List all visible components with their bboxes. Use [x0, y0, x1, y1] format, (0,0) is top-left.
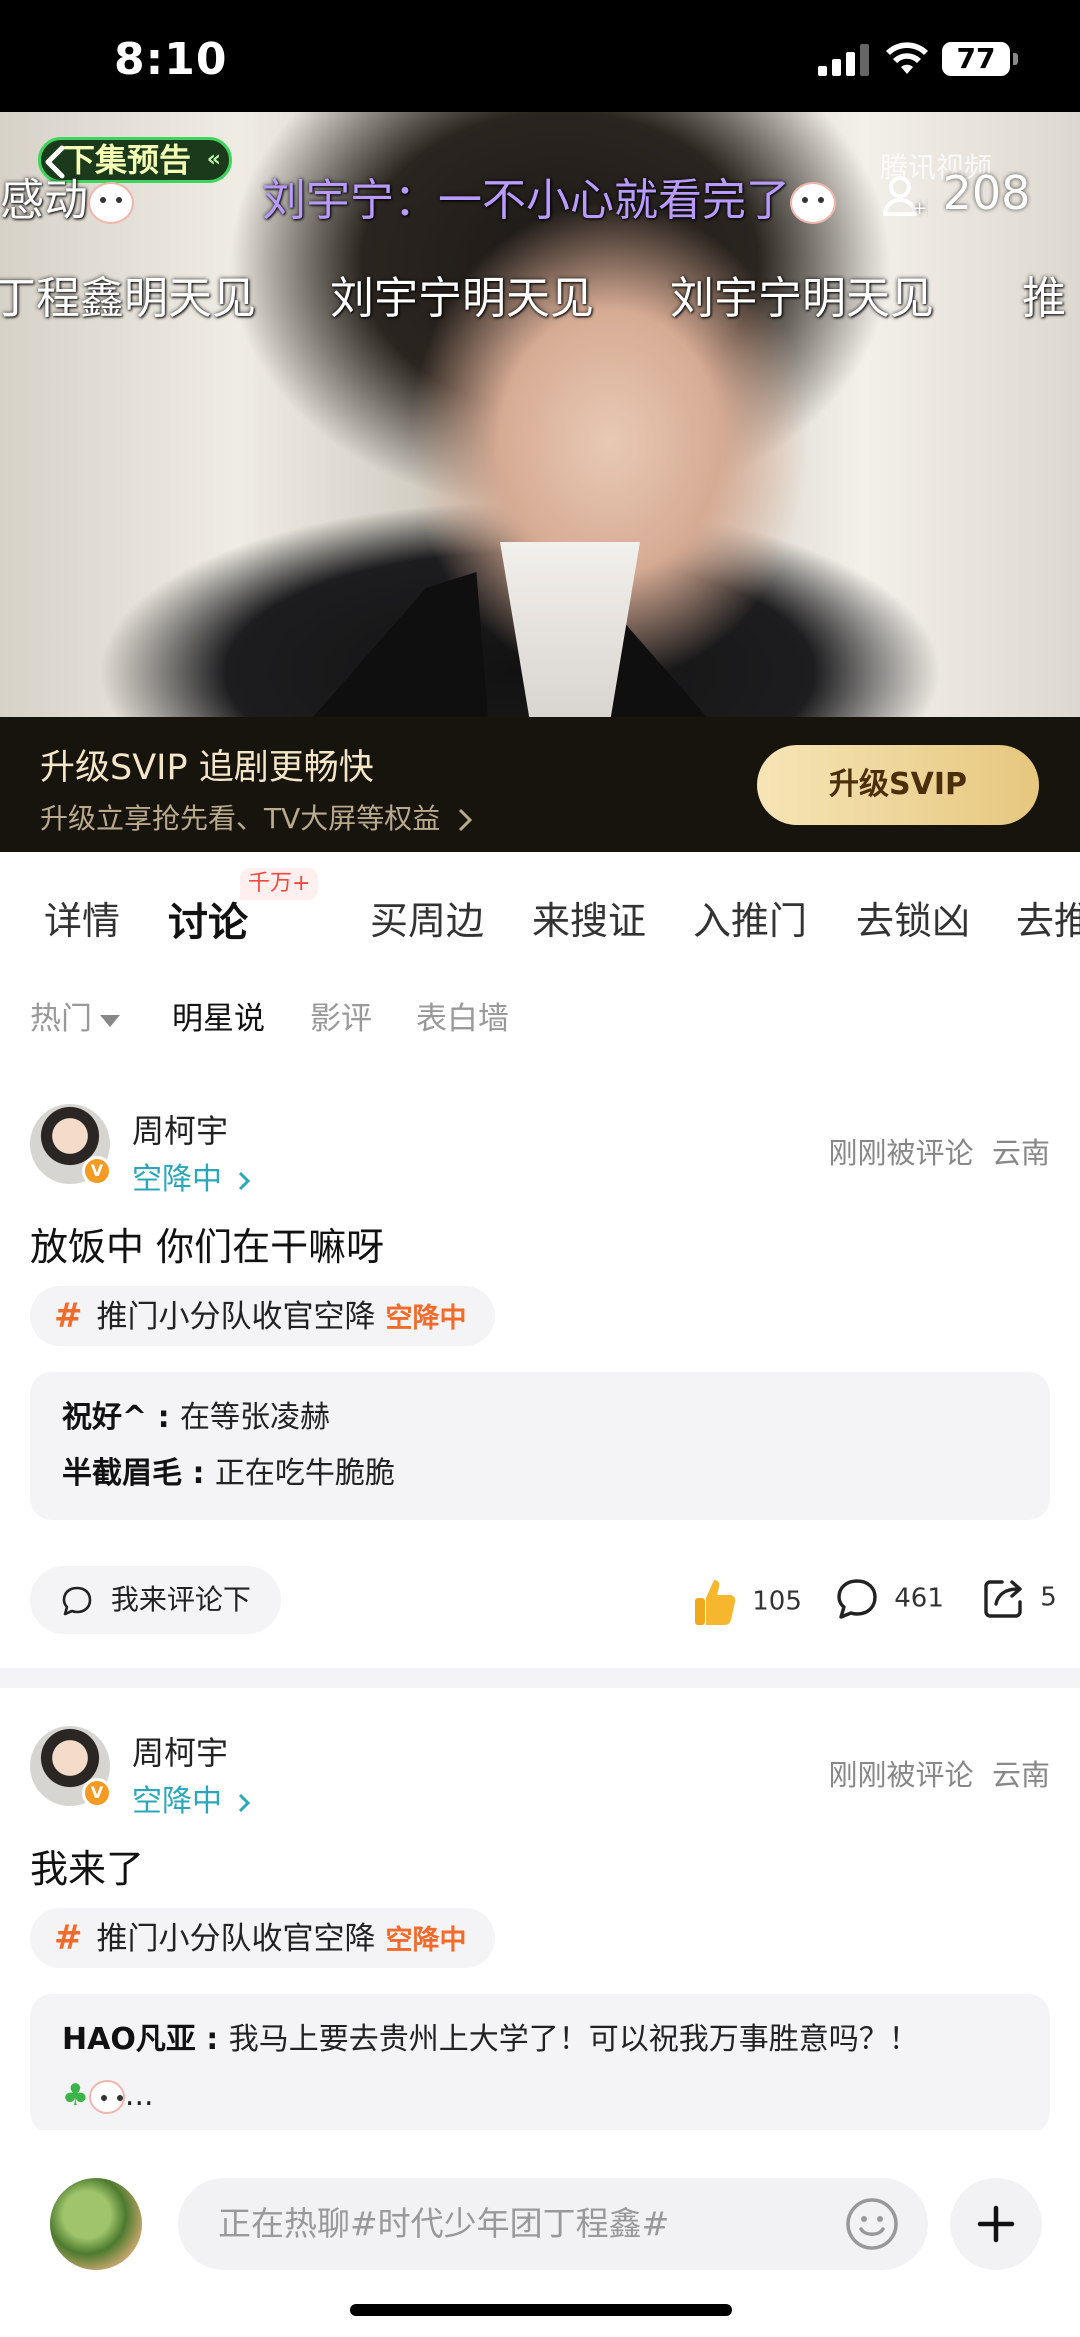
comment-bubble-icon: [837, 1579, 877, 1619]
subtab-confession-wall[interactable]: 表白墙: [416, 993, 509, 1038]
post-content: 我来了: [30, 1847, 145, 1891]
share-icon: [984, 1580, 1022, 1618]
subtab-hot[interactable]: 热门: [30, 993, 120, 1038]
chevron-right-icon: [459, 808, 473, 832]
video-player[interactable]: 下集预告 « 感动 刘宇宁：一不小心就看完了 腾讯视频 +1 208 丁程鑫明天…: [0, 112, 1080, 717]
thumbs-up-icon: [695, 1580, 736, 1625]
bottom-comment-bar: 正在热聊#时代少年团丁程鑫#: [0, 2130, 1080, 2337]
post-meta: 刚刚被评论 云南: [828, 1136, 1050, 1170]
topic-hashtag[interactable]: # 推门小分队收官空降 空降中: [30, 1286, 495, 1346]
emoji-smile-icon[interactable]: [844, 2196, 900, 2252]
wifi-icon: [886, 42, 928, 74]
post-content: 放饭中 你们在干嘛呀: [30, 1225, 385, 1269]
viewers-icon: +1: [882, 175, 939, 219]
verified-badge-icon: V: [82, 1778, 112, 1808]
discussion-count-badge: 千万+: [240, 868, 319, 900]
svip-banner-subtitle: 升级立享抢先看、TV大屏等权益: [40, 797, 475, 837]
share-button[interactable]: 5: [982, 1576, 1057, 1620]
tab-join[interactable]: 入推门: [693, 890, 807, 945]
avatar[interactable]: [50, 2178, 142, 2270]
verified-badge-icon: V: [82, 1156, 112, 1186]
emoji-face-icon: [88, 182, 134, 224]
emoji-face-icon: [790, 182, 836, 224]
post-status[interactable]: 空降中: [132, 1154, 252, 1198]
cellular-signal-icon: [818, 44, 869, 76]
post-meta: 刚刚被评论 云南: [828, 1758, 1050, 1792]
reply-item: 祝好^ : 在等张凌赫: [62, 1400, 331, 1435]
subtab-reviews[interactable]: 影评: [310, 993, 372, 1038]
discussion-input[interactable]: 正在热聊#时代少年团丁程鑫#: [178, 2178, 928, 2270]
tab-evidence[interactable]: 来搜证: [532, 890, 646, 945]
like-button[interactable]: 105: [692, 1576, 802, 1628]
viewer-count: +1 208: [882, 166, 1030, 220]
post-status[interactable]: 空降中: [132, 1776, 252, 1820]
chevron-right-icon: [238, 1793, 250, 1812]
danmu-comment-highlight: 刘宇宁：一不小心就看完了: [262, 164, 836, 228]
reply-preview[interactable]: HAO凡亚 : 我马上要去贵州上大学了！可以祝我万事胜意吗？！ ♣...: [30, 1994, 1050, 2134]
subtab-star-says[interactable]: 明星说: [172, 993, 265, 1038]
reply-preview[interactable]: 祝好^ : 在等张凌赫 半截眉毛 : 正在吃牛脆脆: [30, 1372, 1050, 1520]
status-bar: 8:10 77: [0, 0, 1080, 112]
comment-bubble-icon: [62, 1586, 92, 1616]
discussion-subtabs: 热门 明星说 影评 表白墙: [0, 985, 1080, 1045]
danmu-comment: 感动: [0, 164, 134, 228]
danmu-comment: 丁程鑫明天见: [0, 273, 256, 324]
topic-hashtag[interactable]: # 推门小分队收官空降 空降中: [30, 1908, 495, 1968]
svip-banner-title: 升级SVIP 追剧更畅快: [40, 748, 374, 788]
post-card: V 周柯宇 空降中 刚刚被评论 云南 我来了 # 推门小分队收官空降 空降中 HAO…: [0, 1726, 1080, 2134]
tab-find-culprit[interactable]: 去锁凶: [856, 890, 970, 945]
clover-emoji-icon: ♣: [62, 2078, 89, 2113]
add-button[interactable]: [950, 2178, 1042, 2270]
post-actions: 我来评论下 105 461 5: [0, 1566, 1080, 1638]
status-time: 8:10: [114, 34, 228, 85]
upgrade-svip-button[interactable]: 升级SVIP: [757, 745, 1039, 825]
post-card: V 周柯宇 空降中 刚刚被评论 云南 放饭中 你们在干嘛呀 # 推门小分队收官空降…: [0, 1104, 1080, 1664]
tab-merch[interactable]: 买周边: [370, 890, 484, 945]
post-divider: [0, 1668, 1080, 1688]
tab-details[interactable]: 详情: [44, 890, 120, 945]
plus-icon: [977, 2205, 1015, 2243]
home-indicator: [350, 2304, 732, 2316]
comments-count-button[interactable]: 461: [834, 1576, 944, 1622]
danmu-comment: 刘宇宁明天见: [670, 273, 934, 324]
chevron-right-icon: [238, 1171, 250, 1190]
content-tabs: 详情 讨论 千万+ 买周边 来搜证 入推门 去锁凶 去推: [0, 852, 1080, 972]
battery-icon: 77: [942, 42, 1018, 76]
tab-discussion[interactable]: 讨论: [168, 890, 248, 948]
danmu-comment: 推: [1022, 273, 1066, 324]
tab-more[interactable]: 去推: [1016, 890, 1080, 945]
svip-upgrade-banner[interactable]: 升级SVIP 追剧更畅快 升级立享抢先看、TV大屏等权益 升级SVIP: [0, 717, 1080, 852]
emoji-face-icon: [88, 2079, 125, 2114]
double-chevron-left-icon: «: [206, 147, 222, 172]
danmu-comment: 刘宇宁明天见: [330, 273, 594, 324]
reply-item: 半截眉毛 : 正在吃牛脆脆: [62, 1456, 395, 1491]
hashtag-icon: #: [54, 1918, 83, 1958]
write-comment-button[interactable]: 我来评论下: [30, 1566, 281, 1634]
post-username[interactable]: 周柯宇: [132, 1106, 228, 1152]
hashtag-icon: #: [54, 1296, 83, 1336]
svg-text:+1: +1: [912, 198, 928, 219]
caret-down-icon: [100, 1014, 120, 1027]
post-username[interactable]: 周柯宇: [132, 1728, 228, 1774]
reply-item: HAO凡亚 : 我马上要去贵州上大学了！可以祝我万事胜意吗？！: [62, 2022, 919, 2057]
reply-item-continued: ♣...: [62, 2078, 154, 2114]
